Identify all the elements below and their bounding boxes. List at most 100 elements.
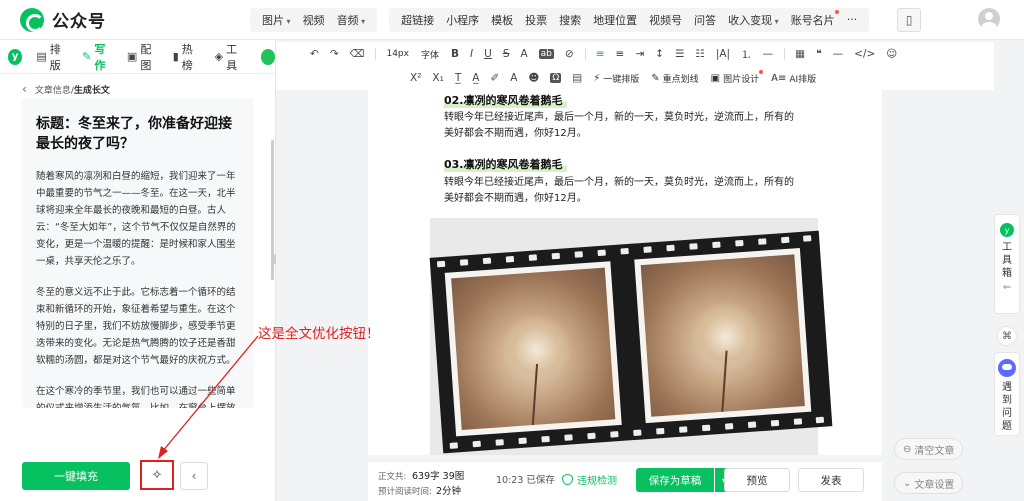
tab-images[interactable]: ▣ 配图 [127,41,159,73]
back-chevron-icon[interactable]: ‹ [22,82,27,96]
menu-qa[interactable]: 问答 [688,12,722,28]
photo-frame-right [634,247,812,424]
highlighter-icon[interactable]: ✐ [490,72,499,84]
menu-channels[interactable]: 视频号 [643,12,688,28]
strikethrough-button[interactable]: S [503,48,510,60]
menu-search[interactable]: 搜索 [553,12,587,28]
assistant-tabs: y ▤ 排版 ✎ 写作 ▣ 配图 ▮ 热榜 ◈ 工具 [0,40,276,74]
bulleted-list-icon[interactable]: ☷ [695,48,704,60]
article-paragraph: 随着寒风的凛冽和白昼的缩短，我们迎来了一年中最重要的节气之一——冬至。在这一天，… [36,171,236,267]
collapse-panel-button[interactable]: ‹ [180,462,208,490]
section-text[interactable]: 转眼今年已经接近尾声，最后一个月，新的一天，莫负时光，逆流而上，所有的美好都会不… [444,110,800,142]
divider-icon[interactable]: — [763,48,774,60]
article-settings-button[interactable]: ⌄ 文章设置 [894,472,964,494]
section-text[interactable]: 转眼今年已经接近尾声，最后一个月，新的一天，莫负时光，逆流而上，所有的美好都会不… [444,175,800,207]
format-painter-icon[interactable]: ⌫ [350,48,365,60]
menu-miniprogram[interactable]: 小程序 [440,12,485,28]
text-effect-icon[interactable]: A [510,72,517,84]
preview-button[interactable]: 预览 [724,468,790,492]
ai-layout-button[interactable]: A≡ AI排版 [771,72,816,85]
menu-vote[interactable]: 投票 [519,12,553,28]
first-letter-icon[interactable]: A̲ [472,72,479,84]
read-time-value: 2分钟 [436,486,462,497]
tab-writing[interactable]: ✎ 写作 [82,41,113,73]
toolbox-float[interactable]: y 工具箱 ⇐ [994,214,1020,314]
article-title: 标题：冬至来了，你准备好迎接最长的夜了吗？ [36,116,232,152]
plugin-logo-icon[interactable]: y [8,48,23,65]
cube-icon: ◈ [214,50,224,63]
tab-layout[interactable]: ▤ 排版 [36,41,68,73]
menu-template[interactable]: 模板 [485,12,519,28]
emoji-icon[interactable]: ☺ [886,48,897,60]
tab-trending[interactable]: ▮ 热榜 [173,41,201,73]
menu-hyperlink[interactable]: 超链接 [395,12,440,28]
italic-button[interactable]: I [470,48,473,60]
top-navigation-bar: 公众号 图片 视频 音频 超链接 小程序 模板 投票 搜索 地理位置 视频号 问… [0,0,1024,40]
command-icon[interactable]: ⌘ [997,326,1017,346]
avatar[interactable] [978,8,1000,30]
assistant-toggle[interactable] [260,48,276,65]
menu-monetize[interactable]: 收入变现 [722,12,785,28]
menu-location[interactable]: 地理位置 [587,12,643,28]
horizontal-rule-icon[interactable]: — [833,48,844,60]
menu-image[interactable]: 图片 [256,12,297,28]
pen-icon: ✎ [651,72,660,84]
font-size-select[interactable]: 14px [386,49,409,59]
toolbox-label: 工具箱 [1002,242,1012,279]
lightning-icon: ⚡ [593,72,601,84]
violation-check-button[interactable]: 违规检测 [562,472,617,487]
image-icon: ▣ [126,50,138,63]
mobile-preview-icon[interactable]: ▯ [897,7,922,32]
breadcrumb-parent[interactable]: 文章信息/ [35,83,74,96]
article-editor-canvas[interactable]: 02.凛冽的寒风卷着鹅毛 转眼今年已经接近尾声，最后一个月，新的一天，莫负时光，… [368,90,882,455]
special-char-icon[interactable]: Ω [550,73,562,83]
full-text-optimize-button[interactable]: ✧ [140,460,174,490]
format-toolbar-row-1: ↶ ↷ ⌫ 14px 字体 B I U S A ab ⊘ ≡ ≡ ⇥ ↕ ☰ ☷… [276,42,994,66]
one-click-layout-button[interactable]: ⚡ 一键排版 [593,72,639,85]
help-float[interactable]: 遇到问题 [994,352,1020,436]
code-icon[interactable]: </> [854,48,875,60]
generated-article-card[interactable]: 标题：冬至来了，你准备好迎接最长的夜了吗？ 随着寒风的凛冽和白昼的缩短，我们迎来… [22,98,254,408]
media-menu: 图片 视频 音频 [250,7,378,32]
align-left-icon[interactable]: ≡ [596,48,605,60]
section-heading[interactable]: 02.凛冽的寒风卷着鹅毛 [444,92,567,108]
card-icon[interactable]: ▤ [572,72,582,84]
underline-button[interactable]: U [484,48,492,60]
font-color-button[interactable]: A [520,48,527,60]
quote-icon[interactable]: ❝ [816,48,822,60]
menu-account-card[interactable]: 账号名片 [785,9,841,28]
line-height-icon[interactable]: ↕ [655,48,664,60]
subscript-button[interactable]: X₁ [432,72,443,84]
numbered-list-icon[interactable]: ⒈ [741,47,752,62]
clear-article-button[interactable]: ⊖ 清空文章 [894,438,964,460]
background-color-button[interactable]: ab [538,49,554,59]
undo-icon[interactable]: ↶ [310,48,319,60]
tab-tools[interactable]: ◈ 工具 [215,41,245,73]
letter-spacing-icon[interactable]: |A| [716,48,730,60]
wechat-official-logo [20,7,44,32]
table-icon[interactable]: ▦ [795,48,805,60]
clear-format-icon[interactable]: ⊘ [565,48,574,60]
publish-button[interactable]: 发表 [798,468,864,492]
one-click-fill-button[interactable]: 一键填充 [22,462,130,490]
brand[interactable]: 公众号 [20,7,250,32]
bold-button[interactable]: B [451,48,459,60]
format-toolbar-row-2: X² X₁ T̲ A̲ ✐ A ☻ Ω ▤ ⚡ 一键排版 ✎ 重点划线 ▣ 图片设计 … [276,66,994,90]
align-center-icon[interactable]: ≡ [616,48,625,60]
menu-video[interactable]: 视频 [297,12,331,28]
font-family-select[interactable]: 字体 [421,48,439,61]
emoticon-icon[interactable]: ☻ [528,72,539,84]
highlight-underline-button[interactable]: ✎ 重点划线 [651,72,698,85]
superscript-button[interactable]: X² [410,72,421,84]
image-design-button[interactable]: ▣ 图片设计 [711,69,764,85]
save-draft-button[interactable]: 保存为草稿 [636,468,714,492]
indent-icon[interactable]: ⇥ [635,48,644,60]
paragraph-spacing-icon[interactable]: ☰ [675,48,684,60]
menu-audio[interactable]: 音频 [331,12,372,28]
text-direction-icon[interactable]: T̲ [455,72,461,84]
section-heading[interactable]: 03.凛冽的寒风卷着鹅毛 [444,156,567,172]
film-strip-image[interactable] [429,218,833,455]
redo-icon[interactable]: ↷ [330,48,339,60]
menu-more[interactable]: ··· [841,13,864,26]
save-status: 10:23 已保存 [496,475,555,486]
